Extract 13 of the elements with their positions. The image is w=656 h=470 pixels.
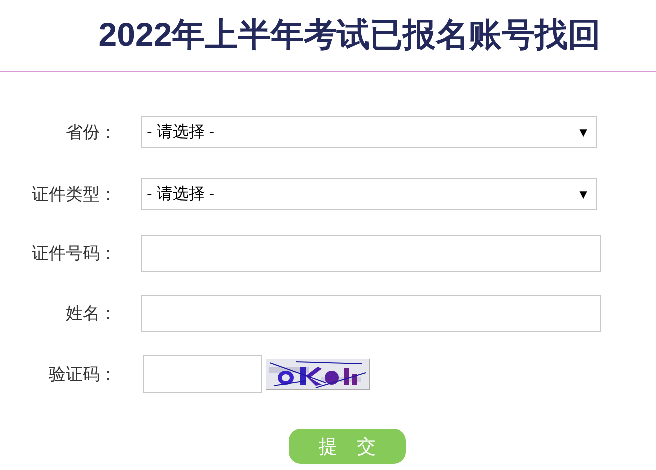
field-label: 姓名：: [65, 303, 117, 325]
dropdown[interactable]: - 请选择 - ▼: [141, 116, 597, 148]
field-label: 验证码：: [48, 364, 117, 386]
input-field[interactable]: [141, 295, 601, 332]
caret-icon: ▼: [577, 124, 590, 140]
field-label: 证件类型：: [31, 184, 117, 206]
caret-icon: ▼: [577, 186, 590, 202]
page-title: 2022年上半年考试已报名账号找回: [98, 15, 602, 55]
field-label: 省份：: [65, 122, 117, 144]
input-field[interactable]: [143, 355, 262, 393]
field-label: 证件号码：: [31, 243, 117, 265]
dropdown[interactable]: - 请选择 - ▼: [141, 178, 597, 210]
input-field[interactable]: [141, 235, 601, 272]
